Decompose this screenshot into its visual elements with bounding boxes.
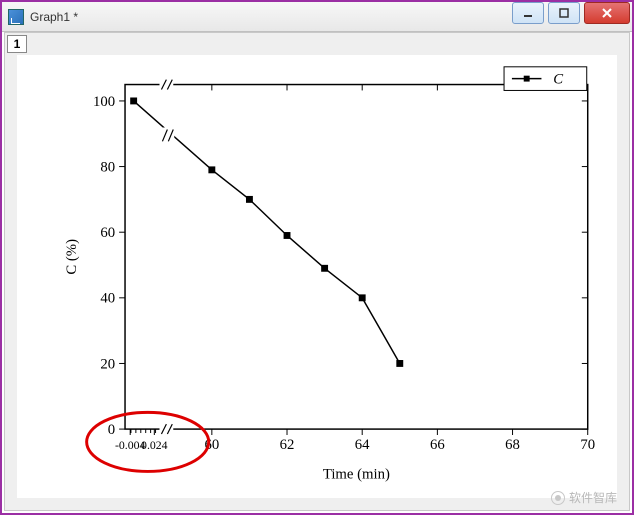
svg-text:68: 68 <box>505 437 520 453</box>
wechat-icon <box>551 491 565 505</box>
chart-svg: 020406080100 C (%) -0.0040.024 606264666… <box>17 55 617 498</box>
minimize-button[interactable] <box>512 2 544 24</box>
svg-text:66: 66 <box>430 437 445 453</box>
svg-text:70: 70 <box>580 437 595 453</box>
svg-text:40: 40 <box>100 291 115 307</box>
watermark-text: 软件智库 <box>569 489 617 506</box>
layer-tab[interactable]: 1 <box>7 35 27 53</box>
x-axis-label: Time (min) <box>323 466 390 482</box>
svg-text:0.024: 0.024 <box>141 438 168 452</box>
axes-frame <box>125 79 588 435</box>
svg-text:62: 62 <box>280 437 295 453</box>
svg-text:100: 100 <box>93 94 115 110</box>
svg-text:64: 64 <box>355 437 370 453</box>
svg-text:0: 0 <box>108 422 115 438</box>
svg-text:80: 80 <box>100 159 115 175</box>
app-window: Graph1 * 1 <box>0 0 634 515</box>
watermark: 软件智库 <box>551 489 617 506</box>
window-buttons <box>512 2 632 31</box>
app-icon <box>8 9 24 25</box>
close-button[interactable] <box>584 2 630 24</box>
titlebar[interactable]: Graph1 * <box>2 2 632 32</box>
x-axis: -0.0040.024 606264666870 Time (min) <box>115 85 595 483</box>
maximize-button[interactable] <box>548 2 580 24</box>
legend[interactable]: C <box>504 67 587 91</box>
legend-label: C <box>553 72 563 88</box>
plot-area[interactable]: 020406080100 C (%) -0.0040.024 606264666… <box>17 55 617 498</box>
series-c <box>130 97 403 366</box>
client-area: 1 <box>4 32 630 511</box>
window-title: Graph1 * <box>30 10 512 24</box>
svg-text:20: 20 <box>100 356 115 372</box>
svg-text:60: 60 <box>100 225 115 241</box>
y-axis-label: C (%) <box>64 239 80 275</box>
